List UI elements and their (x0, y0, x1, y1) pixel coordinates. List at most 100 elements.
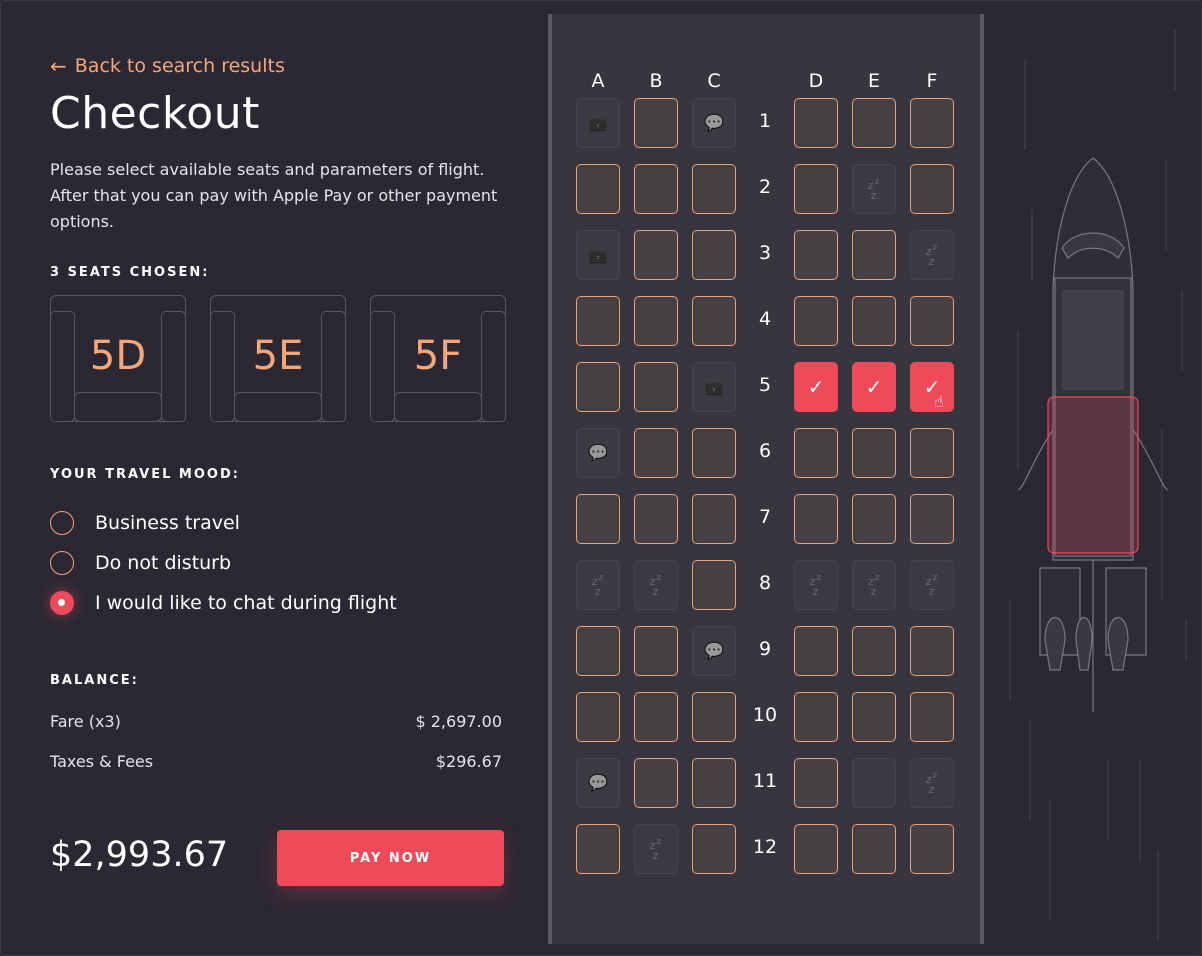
seat-9b[interactable] (634, 626, 678, 676)
chosen-seat-card[interactable]: 5E (210, 295, 346, 422)
viewport-highlight[interactable] (1047, 396, 1139, 554)
hand-cursor-icon: ☝ (934, 392, 944, 411)
briefcase-icon: 💼 (588, 245, 608, 264)
mood-option-label: Do not disturb (95, 552, 232, 574)
page-title: Checkout (50, 88, 260, 139)
seat-9a[interactable] (576, 626, 620, 676)
seat-5f-selected[interactable]: ✓ (910, 362, 954, 412)
seat-4f[interactable] (910, 296, 954, 346)
seat-5d-selected[interactable]: ✓ (794, 362, 838, 412)
seat-1d[interactable] (794, 98, 838, 148)
mood-option-business[interactable]: Business travel (50, 511, 240, 535)
row-number: 9 (758, 638, 772, 660)
chosen-seat-card[interactable]: 5F (370, 295, 506, 422)
seat-2f[interactable] (910, 164, 954, 214)
checkmark-icon: ✓ (865, 375, 883, 399)
seat-3c[interactable] (692, 230, 736, 280)
seat-9f[interactable] (910, 626, 954, 676)
seat-8e-occupied: zz z (852, 560, 896, 610)
seat-10c[interactable] (692, 692, 736, 742)
cabin-wall-left (548, 14, 552, 944)
seat-12f[interactable] (910, 824, 954, 874)
seat-4e[interactable] (852, 296, 896, 346)
seat-10d[interactable] (794, 692, 838, 742)
total-amount: $2,993.67 (50, 835, 229, 875)
seat-4a[interactable] (576, 296, 620, 346)
seat-2a[interactable] (576, 164, 620, 214)
mood-option-chat[interactable]: I would like to chat during flight (50, 591, 397, 615)
chosen-seat-code: 5D (89, 333, 147, 379)
seat-4c[interactable] (692, 296, 736, 346)
seat-7c[interactable] (692, 494, 736, 544)
checkmark-icon: ✓ (923, 375, 941, 399)
seat-6d[interactable] (794, 428, 838, 478)
seat-2d[interactable] (794, 164, 838, 214)
seat-9d[interactable] (794, 626, 838, 676)
seat-8c[interactable] (692, 560, 736, 610)
seat-11f-occupied: zz z (910, 758, 954, 808)
seat-3e[interactable] (852, 230, 896, 280)
seat-4b[interactable] (634, 296, 678, 346)
row-number: 4 (758, 308, 772, 330)
seat-6e[interactable] (852, 428, 896, 478)
seat-4d[interactable] (794, 296, 838, 346)
radio-button[interactable] (50, 551, 74, 575)
seat-11b[interactable] (634, 758, 678, 808)
back-link-label: Back to search results (74, 55, 285, 77)
seat-7b[interactable] (634, 494, 678, 544)
seat-2c[interactable] (692, 164, 736, 214)
seat-12e[interactable] (852, 824, 896, 874)
radio-button[interactable] (50, 511, 74, 535)
seat-7e[interactable] (852, 494, 896, 544)
seat-cushion (394, 392, 482, 422)
seat-5e-selected[interactable]: ✓ (852, 362, 896, 412)
seat-10b[interactable] (634, 692, 678, 742)
sleep-zz-icon: zz z (925, 572, 939, 598)
checkout-description: Please select available seats and parame… (50, 160, 498, 231)
seat-7f[interactable] (910, 494, 954, 544)
seat-12a[interactable] (576, 824, 620, 874)
seat-12c[interactable] (692, 824, 736, 874)
seats-chosen-label: 3 SEATS CHOSEN: (50, 265, 210, 280)
seat-5a[interactable] (576, 362, 620, 412)
seat-6c[interactable] (692, 428, 736, 478)
seat-1e[interactable] (852, 98, 896, 148)
seat-9e[interactable] (852, 626, 896, 676)
row-number: 6 (758, 440, 772, 462)
chosen-seat-code: 5E (252, 333, 304, 379)
seat-6f[interactable] (910, 428, 954, 478)
sleep-zz-icon: zz z (591, 572, 605, 598)
row-number: 1 (758, 110, 772, 132)
seat-1f[interactable] (910, 98, 954, 148)
seat-10f[interactable] (910, 692, 954, 742)
seat-11c[interactable] (692, 758, 736, 808)
seat-5b[interactable] (634, 362, 678, 412)
column-header-a: A (591, 70, 605, 92)
seat-10a[interactable] (576, 692, 620, 742)
seat-1b[interactable] (634, 98, 678, 148)
chosen-seat-card[interactable]: 5D (50, 295, 186, 422)
seat-3d[interactable] (794, 230, 838, 280)
pay-now-button[interactable]: PAY NOW (277, 830, 504, 886)
row-number: 11 (752, 770, 778, 792)
seat-2b[interactable] (634, 164, 678, 214)
radio-button-selected[interactable] (50, 591, 74, 615)
seat-7a[interactable] (576, 494, 620, 544)
back-to-results-link[interactable]: ← Back to search results (50, 55, 285, 77)
sleep-zz-icon: zz z (809, 572, 823, 598)
seat-3b[interactable] (634, 230, 678, 280)
travel-mood-label: YOUR TRAVEL MOOD: (50, 467, 240, 482)
row-number: 3 (758, 242, 772, 264)
seat-10e[interactable] (852, 692, 896, 742)
seat-11d[interactable] (794, 758, 838, 808)
seat-7d[interactable] (794, 494, 838, 544)
mood-option-do-not-disturb[interactable]: Do not disturb (50, 551, 231, 575)
seat-6b[interactable] (634, 428, 678, 478)
seat-2e-occupied: zz z (852, 164, 896, 214)
seat-1c-occupied: 💬 (692, 98, 736, 148)
row-number: 5 (758, 374, 772, 396)
aircraft-seat-dots (1062, 290, 1124, 390)
seat-6a-occupied: 💬 (576, 428, 620, 478)
row-number: 8 (758, 572, 772, 594)
seat-12d[interactable] (794, 824, 838, 874)
